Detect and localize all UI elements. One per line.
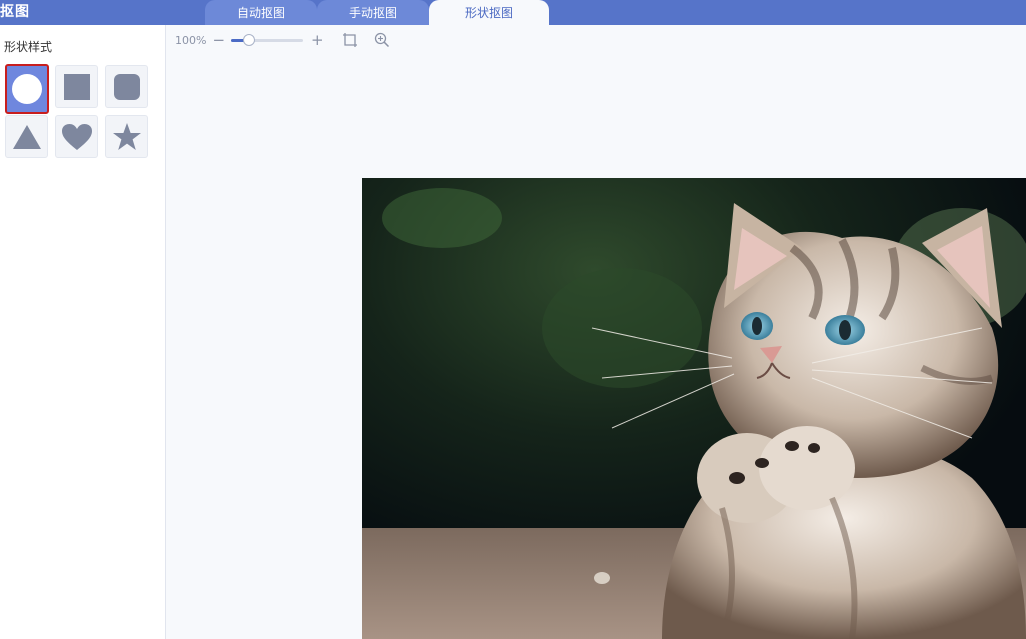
tab-manual-cutout[interactable]: 手动抠图 xyxy=(317,0,429,25)
app-title: 抠图 xyxy=(0,4,30,20)
shape-style-label: 形状样式 xyxy=(4,40,53,54)
fit-to-screen-icon[interactable] xyxy=(342,32,358,48)
tab-auto-cutout[interactable]: 自动抠图 xyxy=(205,0,317,25)
zoom-slider[interactable] xyxy=(231,33,304,46)
shape-style-panel: 形状样式 xyxy=(0,25,166,639)
canvas-image[interactable] xyxy=(362,178,1026,639)
star-icon xyxy=(112,122,141,150)
zoom-slider-thumb[interactable] xyxy=(243,33,256,46)
heart-icon xyxy=(61,123,92,150)
shape-triangle-button[interactable] xyxy=(5,115,48,158)
zoom-in-button[interactable]: + xyxy=(311,32,324,48)
zoom-toolbar: 100% − + xyxy=(175,30,390,50)
square-icon xyxy=(63,73,90,100)
rounded-square-icon xyxy=(113,73,140,100)
shape-star-button[interactable] xyxy=(105,115,148,158)
magnifier-icon[interactable] xyxy=(374,32,390,48)
kitten-photo xyxy=(362,178,1026,639)
tab-shape-cutout[interactable]: 形状抠图 xyxy=(429,0,549,25)
zoom-out-button[interactable]: − xyxy=(212,32,225,48)
top-bar: 抠图 自动抠图 手动抠图 形状抠图 xyxy=(0,0,1026,25)
shape-heart-button[interactable] xyxy=(55,115,98,158)
circle-icon xyxy=(12,74,42,104)
triangle-icon xyxy=(12,124,41,149)
shape-rounded-square-button[interactable] xyxy=(105,65,148,108)
zoom-level: 100% xyxy=(175,33,207,47)
shape-square-button[interactable] xyxy=(55,65,98,108)
shape-circle-button[interactable] xyxy=(5,64,49,114)
